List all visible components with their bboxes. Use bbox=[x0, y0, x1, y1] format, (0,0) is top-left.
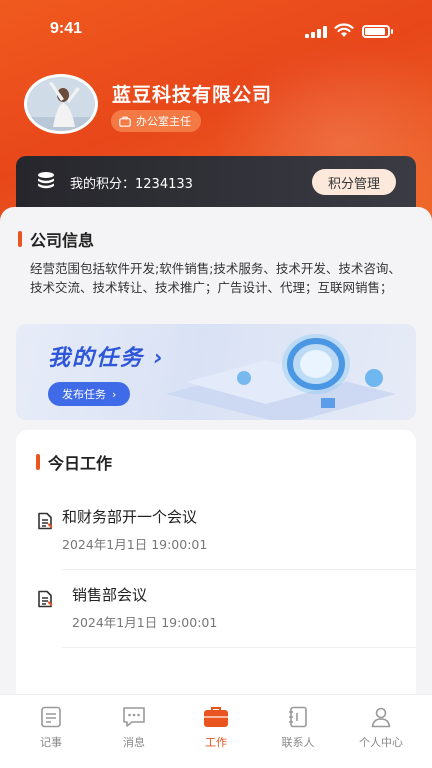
status-bar: 9:41 bbox=[0, 0, 432, 62]
document-icon bbox=[38, 590, 53, 608]
avatar[interactable] bbox=[24, 74, 98, 134]
banner-title: 我的任务 › bbox=[48, 346, 165, 371]
points-bar: 我的积分：1234133 积分管理 bbox=[16, 156, 416, 208]
company-info-title: 公司信息 bbox=[30, 231, 95, 250]
work-item-title: 销售部会议 bbox=[72, 586, 148, 604]
company-name: 蓝豆科技有限公司 bbox=[112, 84, 273, 106]
role-badge: 办公室主任 bbox=[111, 110, 201, 132]
tab-work[interactable]: 工作 bbox=[173, 705, 259, 759]
notes-icon bbox=[41, 706, 61, 728]
publish-task-label: 发布任务 bbox=[62, 388, 106, 401]
contacts-icon bbox=[289, 706, 307, 728]
tab-label: 个人中心 bbox=[359, 736, 403, 749]
divider bbox=[62, 647, 416, 648]
tab-contacts[interactable]: 联系人 bbox=[255, 705, 341, 759]
today-work-card: 今日工作 和财务部开一个会议 2024年1月1日 19:00:01 销售部会议 … bbox=[16, 430, 416, 730]
tab-label: 联系人 bbox=[281, 736, 315, 749]
banner-title-text: 我的任务 bbox=[48, 346, 145, 371]
today-work-title: 今日工作 bbox=[48, 454, 113, 473]
tab-label: 消息 bbox=[123, 736, 145, 749]
work-item[interactable]: 和财务部开一个会议 2024年1月1日 19:00:01 bbox=[36, 506, 416, 574]
bottom-tab-bar: 记事 消息 工作 联系人 个人中心 bbox=[0, 694, 432, 768]
message-icon bbox=[123, 707, 145, 727]
briefcase-icon bbox=[204, 707, 228, 727]
work-item-time: 2024年1月1日 19:00:01 bbox=[62, 537, 208, 552]
wifi-icon bbox=[334, 23, 354, 37]
work-item[interactable]: 销售部会议 2024年1月1日 19:00:01 bbox=[36, 584, 416, 652]
points-value: 1234133 bbox=[135, 177, 193, 192]
person-icon bbox=[371, 707, 391, 728]
status-time: 9:41 bbox=[50, 20, 83, 37]
role-label: 办公室主任 bbox=[136, 115, 191, 128]
signal-icon bbox=[305, 26, 327, 38]
tab-profile[interactable]: 个人中心 bbox=[338, 705, 424, 759]
chevron-right-icon: › bbox=[112, 387, 117, 401]
main-content: 公司信息 经营范围包括软件开发;软件销售;技术服务、技术开发、技术咨询、技术交流… bbox=[0, 207, 432, 730]
publish-task-button[interactable]: 发布任务 › bbox=[48, 382, 131, 406]
company-info-heading: 公司信息 bbox=[18, 227, 94, 251]
section-marker bbox=[36, 454, 40, 470]
points-text: 我的积分：1234133 bbox=[70, 173, 193, 192]
today-work-heading: 今日工作 bbox=[36, 450, 112, 474]
points-manage-button[interactable]: 积分管理 bbox=[311, 169, 396, 195]
points-label: 我的积分： bbox=[70, 177, 136, 192]
section-marker bbox=[18, 231, 22, 247]
tab-messages[interactable]: 消息 bbox=[91, 705, 177, 759]
company-description: 经营范围包括软件开发;软件销售;技术服务、技术开发、技术咨询、技术交流、技术转让… bbox=[30, 261, 401, 295]
divider bbox=[62, 569, 416, 570]
document-icon bbox=[38, 512, 53, 530]
briefcase-icon bbox=[119, 116, 131, 127]
database-icon bbox=[38, 172, 54, 189]
tab-notes[interactable]: 记事 bbox=[8, 705, 94, 759]
tab-label: 工作 bbox=[205, 736, 227, 749]
work-item-time: 2024年1月1日 19:00:01 bbox=[72, 615, 218, 630]
battery-icon bbox=[362, 25, 393, 38]
work-item-title: 和财务部开一个会议 bbox=[62, 508, 198, 526]
tab-label: 记事 bbox=[40, 736, 62, 749]
my-tasks-banner[interactable]: 我的任务 › 发布任务 › bbox=[16, 324, 416, 420]
